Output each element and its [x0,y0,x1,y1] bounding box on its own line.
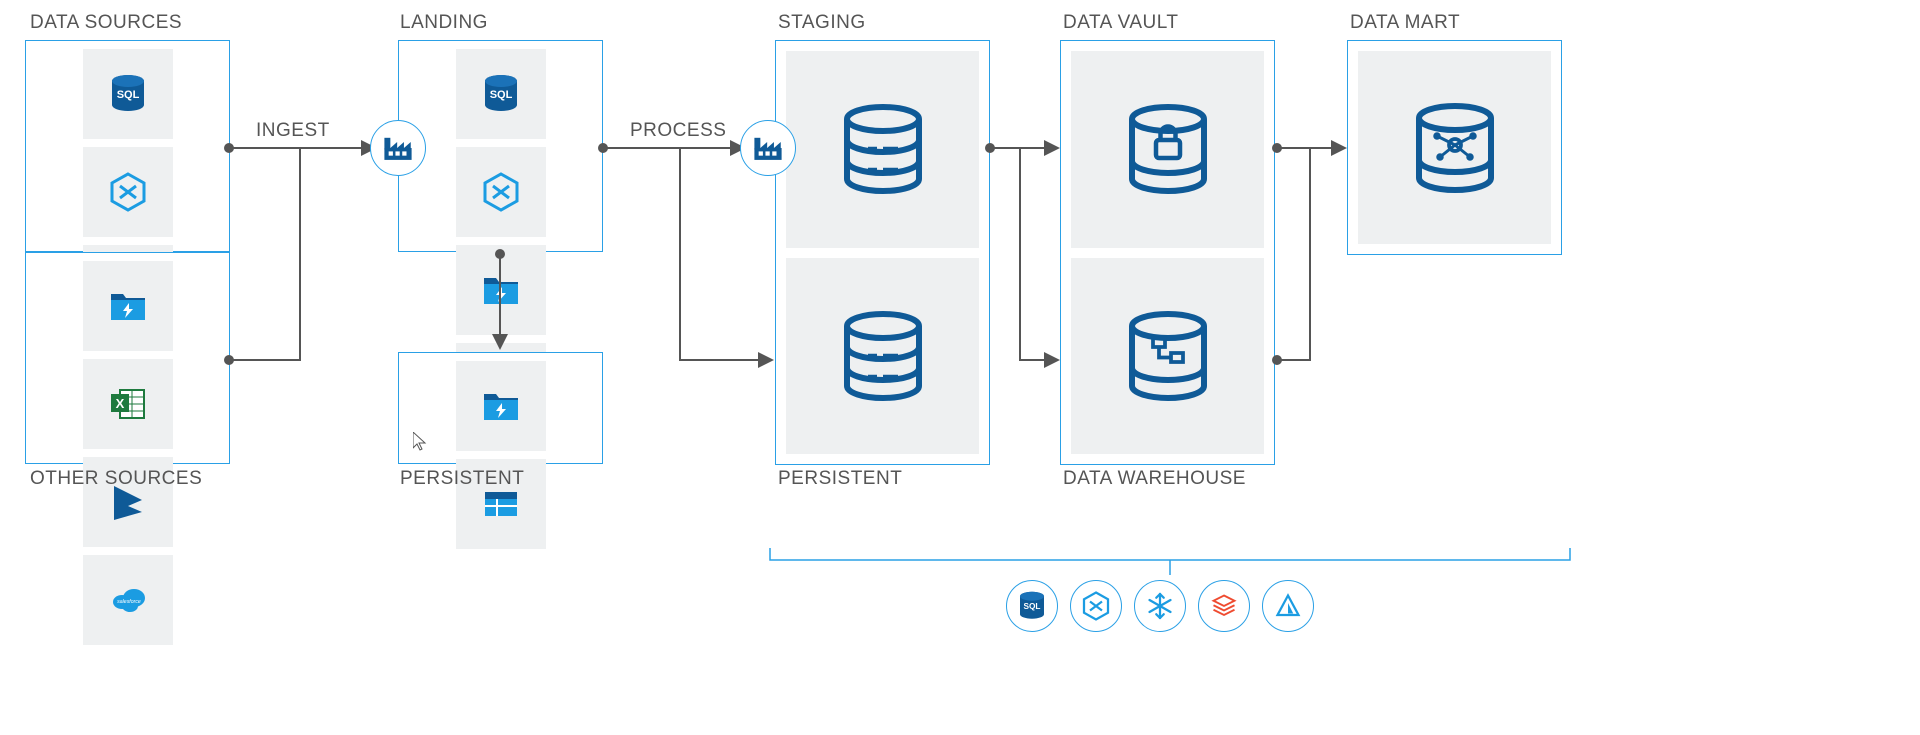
synapse-icon [108,172,148,212]
cursor-icon [413,432,427,452]
legend-delta [1262,580,1314,632]
tile-data-vault [1071,51,1264,248]
tile-sql [83,49,173,139]
label-data-warehouse: DATA WAREHOUSE [1063,468,1246,490]
database-icon [838,311,928,401]
tile-staging-top [786,51,979,248]
database-icon [838,104,928,194]
label-process: PROCESS [630,120,726,142]
tile-landing-folder [456,245,546,335]
panel-data-mart [1347,40,1562,255]
tile-data-mart [1358,51,1551,244]
legend-databricks [1198,580,1250,632]
label-other-sources: OTHER SOURCES [30,468,202,490]
circle-ingest [370,120,426,176]
database-lock-icon [1123,104,1213,194]
databricks-icon [1209,591,1239,621]
delta-icon [1273,591,1303,621]
database-network-icon [1410,103,1500,193]
tile-salesforce [83,555,173,645]
synapse-icon [1081,591,1111,621]
factory-icon [751,131,785,165]
label-persistent-landing: PERSISTENT [400,468,524,490]
folder-lightning-icon [481,270,521,310]
database-tree-icon [1123,311,1213,401]
factory-icon [381,131,415,165]
legend [1000,580,1320,632]
salesforce-icon [108,580,148,620]
sql-icon [1017,591,1047,621]
circle-process [740,120,796,176]
folder-lightning-icon [481,386,521,426]
legend-sql [1006,580,1058,632]
panel-landing [398,40,603,252]
tile-folder [83,261,173,351]
tile-landing-sql [456,49,546,139]
tile-pl-folder [456,361,546,451]
panel-persistent-landing [398,352,603,464]
label-landing: LANDING [400,12,488,34]
panel-data-sources [25,40,230,252]
tile-synapse [83,147,173,237]
excel-icon [108,384,148,424]
tile-excel [83,359,173,449]
label-ingest: INGEST [256,120,330,142]
legend-snowflake [1134,580,1186,632]
label-data-mart: DATA MART [1350,12,1460,34]
table-grid-icon [481,484,521,524]
label-persistent-staging: PERSISTENT [778,468,902,490]
label-data-sources: DATA SOURCES [30,12,182,34]
tile-landing-synapse [456,147,546,237]
snowflake-icon [1145,591,1175,621]
sql-icon [481,74,521,114]
panel-other-sources [25,252,230,464]
legend-synapse [1070,580,1122,632]
synapse-icon [481,172,521,212]
tile-staging-bottom [786,258,979,455]
label-staging: STAGING [778,12,866,34]
label-data-vault: DATA VAULT [1063,12,1179,34]
sql-icon [108,74,148,114]
panel-data-vault [1060,40,1275,465]
panel-staging [775,40,990,465]
tile-data-warehouse [1071,258,1264,455]
folder-lightning-icon [108,286,148,326]
